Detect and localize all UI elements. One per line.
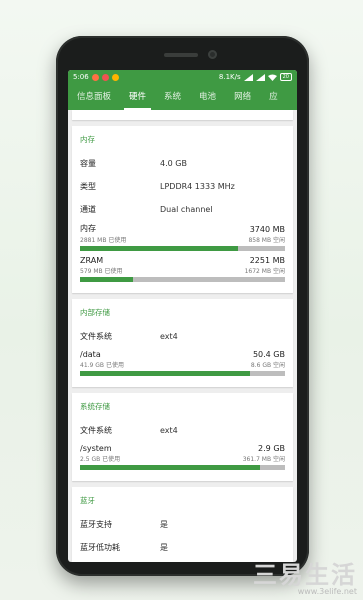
bluetooth-title: 蓝牙 [80, 496, 95, 505]
memory-title: 内存 [80, 135, 95, 144]
row-key: 类型 [80, 182, 96, 191]
row-value: 4.0 GB [160, 159, 187, 168]
usage-total: 2251 MB [249, 256, 285, 265]
app-notification-icon [101, 73, 109, 81]
usage-name: /system [80, 444, 112, 453]
watermark: 三易生活 www.3elife.net [253, 555, 357, 596]
memory-channel-row: 通道 Dual channel [80, 198, 285, 221]
row-key: 文件系统 [80, 426, 112, 435]
internal-storage-card: 内部存储 文件系统 ext4 /data 50.4 GB 41.9 GB 已使用… [72, 299, 293, 387]
row-value: 是 [160, 543, 168, 552]
usage-name: /data [80, 350, 101, 359]
usage-free: 858 MB 空闲 [248, 237, 285, 244]
usage-used: 579 MB 已使用 [80, 268, 123, 275]
usage-name: ZRAM [80, 256, 104, 265]
battery-icon: 20 [279, 73, 292, 81]
usage-bar-fill [80, 277, 134, 282]
usage-bar-fill [80, 246, 238, 251]
app-screen: 5:06 8.1K/s 20 信息面板 硬件 系统 电池 网络 应 内存 容量 … [68, 70, 297, 562]
front-camera [208, 50, 217, 59]
tab-system[interactable]: 系统 [155, 84, 190, 110]
usage-free: 8.6 GB 空闲 [250, 362, 285, 369]
wifi-icon [267, 74, 277, 81]
usage-total: 50.4 GB [252, 350, 285, 359]
scroll-content[interactable]: 内存 容量 4.0 GB 类型 LPDDR4 1333 MHz 通道 Dual … [68, 110, 297, 562]
watermark-logo: 三易生活 [253, 561, 357, 589]
signal-icon-2 [255, 73, 265, 81]
tab-apps[interactable]: 应 [260, 84, 287, 110]
tab-bar: 信息面板 硬件 系统 电池 网络 应 [68, 84, 297, 110]
row-key: 文件系统 [80, 332, 112, 341]
memory-card: 内存 容量 4.0 GB 类型 LPDDR4 1333 MHz 通道 Dual … [72, 126, 293, 293]
usage-total: 2.9 GB [258, 444, 285, 453]
zram-usage: ZRAM 2251 MB 579 MB 已使用 1672 MB 空闲 [80, 256, 285, 282]
status-time: 5:06 [73, 73, 89, 81]
filesystem-row: 文件系统 ext4 [80, 325, 285, 348]
system-storage-title: 系统存储 [80, 402, 110, 411]
usage-used: 2881 MB 已使用 [80, 237, 127, 244]
row-key: 容量 [80, 159, 96, 168]
tab-hardware[interactable]: 硬件 [120, 84, 155, 110]
internal-storage-title: 内部存储 [80, 308, 110, 317]
row-value: ext4 [160, 332, 178, 341]
phone-frame: 5:06 8.1K/s 20 信息面板 硬件 系统 电池 网络 应 内存 容量 … [56, 36, 309, 576]
tab-network[interactable]: 网络 [225, 84, 260, 110]
tab-dashboard[interactable]: 信息面板 [68, 84, 120, 110]
alert-notification-icon [111, 73, 119, 81]
row-value: Dual channel [160, 205, 213, 214]
data-usage: /data 50.4 GB 41.9 GB 已使用 8.6 GB 空闲 [80, 350, 285, 376]
bluetooth-support-row: 蓝牙支持 是 [80, 513, 285, 536]
usage-free: 1672 MB 空闲 [244, 268, 285, 275]
status-bar: 5:06 8.1K/s 20 [68, 70, 297, 84]
signal-icon [243, 73, 253, 81]
memory-type-row: 类型 LPDDR4 1333 MHz [80, 175, 285, 198]
ram-usage: 内存 3740 MB 2881 MB 已使用 858 MB 空闲 [80, 223, 285, 251]
row-key: 蓝牙支持 [80, 520, 112, 529]
row-key: 通道 [80, 205, 96, 214]
row-value: 是 [160, 520, 168, 529]
previous-card-stub [72, 110, 293, 120]
row-value: ext4 [160, 426, 178, 435]
row-value: LPDDR4 1333 MHz [160, 182, 235, 191]
tab-battery[interactable]: 电池 [190, 84, 225, 110]
usage-bar-fill [80, 371, 251, 376]
usage-bar-fill [80, 465, 261, 470]
system-storage-card: 系统存储 文件系统 ext4 /system 2.9 GB 2.5 GB 已使用… [72, 393, 293, 481]
usage-free: 361.7 MB 空闲 [242, 456, 285, 463]
usage-total: 3740 MB [249, 225, 285, 234]
usage-bar [80, 371, 285, 376]
bluetooth-card: 蓝牙 蓝牙支持 是 蓝牙低功耗 是 [72, 487, 293, 562]
network-speed: 8.1K/s [218, 73, 241, 81]
system-usage: /system 2.9 GB 2.5 GB 已使用 361.7 MB 空闲 [80, 444, 285, 470]
earpiece-speaker [164, 53, 198, 57]
filesystem-row: 文件系统 ext4 [80, 419, 285, 442]
usage-bar [80, 465, 285, 470]
memory-capacity-row: 容量 4.0 GB [80, 152, 285, 175]
usage-bar [80, 277, 285, 282]
usage-name: 内存 [80, 224, 96, 233]
usage-used: 2.5 GB 已使用 [80, 456, 121, 463]
notification-icon [91, 73, 99, 81]
row-key: 蓝牙低功耗 [80, 543, 120, 552]
usage-bar [80, 246, 285, 251]
usage-used: 41.9 GB 已使用 [80, 362, 124, 369]
